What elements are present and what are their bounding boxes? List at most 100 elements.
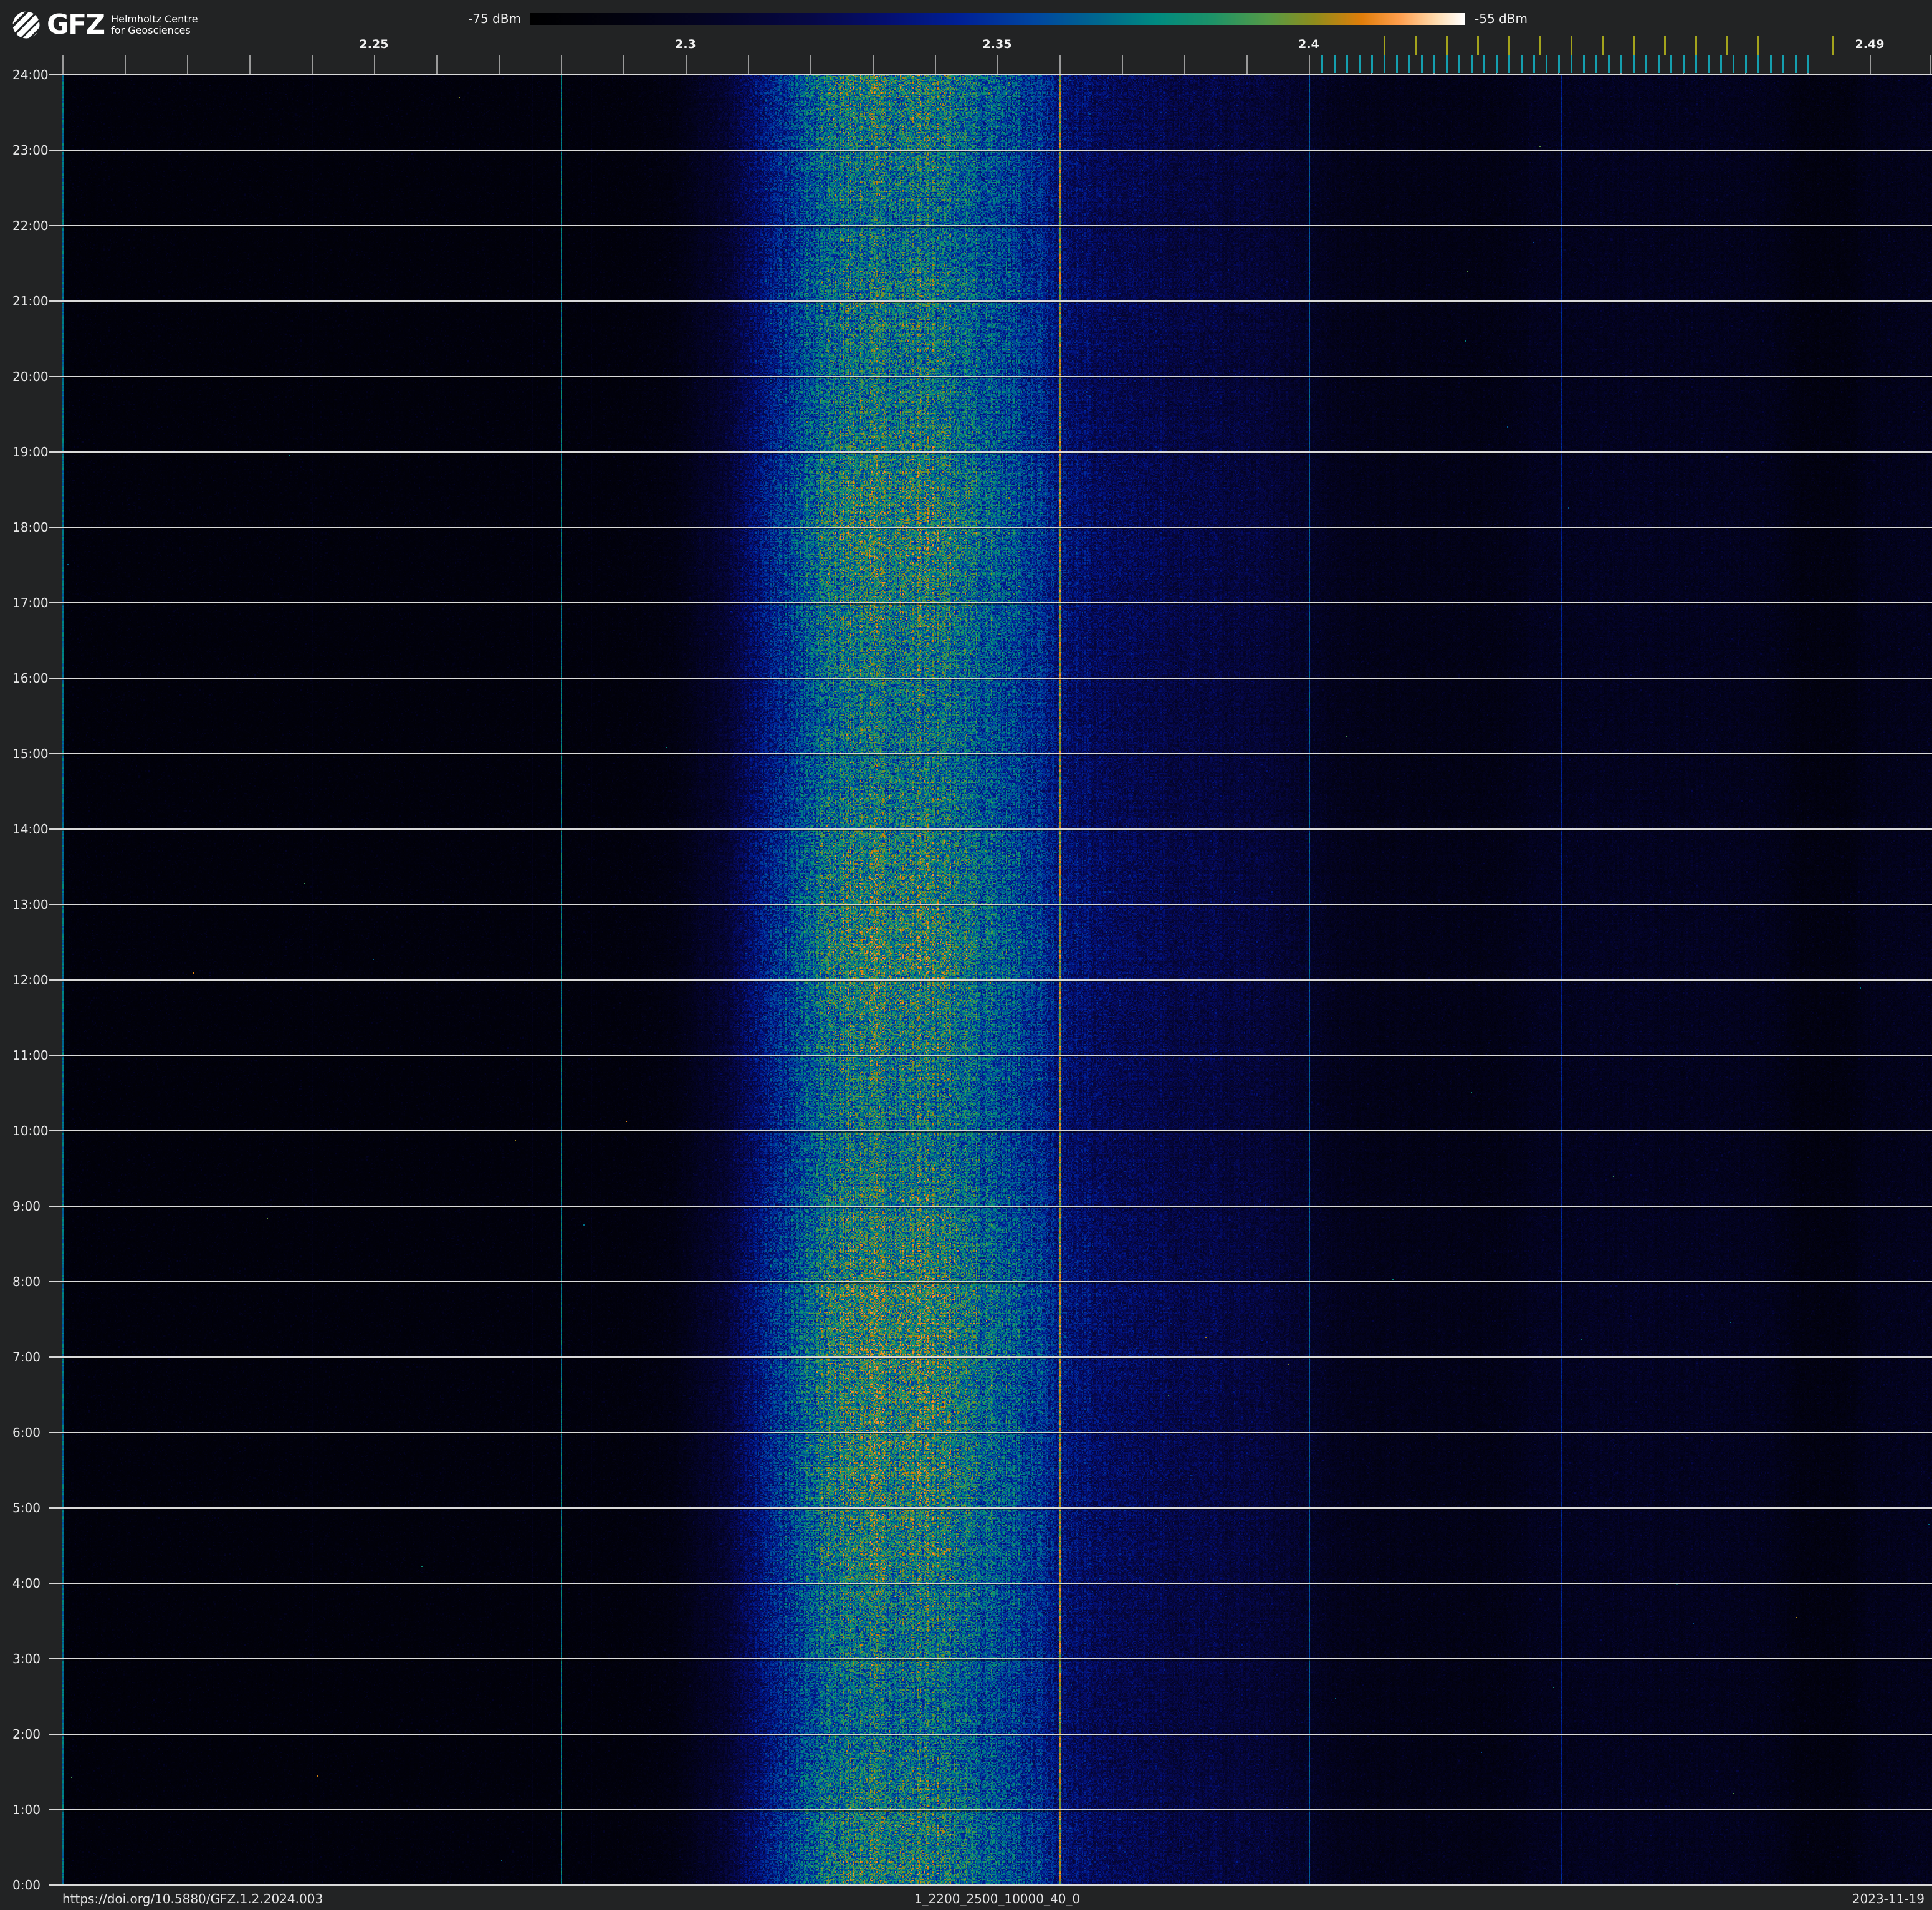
hour-gridline (49, 376, 1932, 377)
freq-minor-tick (62, 55, 64, 74)
ble-channel-tick (1807, 55, 1809, 73)
hour-gridline (49, 1055, 1932, 1056)
hour-gridline (49, 300, 1932, 302)
hour-label: 12:00 (12, 972, 49, 987)
hour-label: 0:00 (12, 1878, 41, 1893)
hour-gridline (49, 828, 1932, 830)
ble-channel-tick (1733, 55, 1734, 73)
freq-tick-label: 2.35 (982, 37, 1012, 51)
ble-channel-tick (1782, 55, 1784, 73)
hour-label: 3:00 (12, 1651, 41, 1666)
ble-channel-tick (1483, 55, 1485, 73)
wifi-channel-tick (1695, 36, 1697, 55)
hour-gridline (49, 1432, 1932, 1433)
ble-channel-tick (1521, 55, 1523, 73)
wifi-channel-tick (1477, 36, 1479, 55)
hour-label: 6:00 (12, 1425, 41, 1440)
hour-gridline (49, 1658, 1932, 1659)
wifi-channel-tick (1539, 36, 1541, 55)
freq-minor-tick (1309, 55, 1310, 74)
hour-label: 10:00 (12, 1123, 49, 1138)
dataset-id-text: 1_2200_2500_10000_40_0 (914, 1891, 1081, 1906)
ble-channel-tick (1745, 55, 1747, 73)
hour-label: 7:00 (12, 1350, 41, 1365)
hour-label: 8:00 (12, 1274, 41, 1289)
ble-channel-tick (1408, 55, 1410, 73)
hour-label: 23:00 (12, 143, 49, 158)
ble-channel-tick (1334, 55, 1336, 73)
ble-channel-tick (1384, 55, 1385, 73)
wifi-channel-tick (1757, 36, 1759, 55)
spectrogram-page: { "header": { "logo": { "acronym": "GFZ"… (0, 0, 1932, 1910)
freq-tick-label: 2.4 (1298, 37, 1319, 51)
hour-label: 2:00 (12, 1727, 41, 1742)
hour-label: 22:00 (12, 218, 49, 233)
freq-minor-tick (125, 55, 126, 74)
hour-label: 21:00 (12, 294, 49, 309)
hour-label: 5:00 (12, 1500, 41, 1515)
hour-label: 15:00 (12, 746, 49, 761)
wifi-channel-tick (1832, 36, 1834, 55)
hour-gridline (49, 527, 1932, 528)
freq-minor-tick (1122, 55, 1123, 74)
hour-gridline (49, 1507, 1932, 1509)
wifi-channel-tick (1633, 36, 1635, 55)
ble-channel-tick (1321, 55, 1323, 73)
freq-minor-tick (561, 55, 562, 74)
ble-channel-tick (1359, 55, 1361, 73)
hour-gridline (49, 1281, 1932, 1282)
date-text: 2023-11-19 (1852, 1891, 1925, 1906)
ble-channel-tick (1595, 55, 1597, 73)
hour-label: 14:00 (12, 822, 49, 837)
ble-channel-tick (1670, 55, 1672, 73)
wifi-channel-tick (1415, 36, 1417, 55)
hour-gridline (49, 1809, 1932, 1810)
freq-minor-tick (1870, 55, 1871, 74)
ble-channel-tick (1795, 55, 1797, 73)
hour-label: 9:00 (12, 1199, 41, 1214)
ble-channel-tick (1458, 55, 1460, 73)
colorbar-min-label: -75 dBm (468, 11, 521, 26)
ble-channel-tick (1720, 55, 1722, 73)
freq-minor-tick (1930, 55, 1931, 74)
ble-channel-tick (1396, 55, 1398, 73)
colorbar-max-label: -55 dBm (1475, 11, 1528, 26)
ble-channel-tick (1558, 55, 1560, 73)
hour-label: 11:00 (12, 1048, 49, 1063)
hour-label: 20:00 (12, 369, 49, 384)
freq-minor-tick (312, 55, 313, 74)
freq-minor-tick (873, 55, 874, 74)
ble-channel-tick (1658, 55, 1660, 73)
ble-channel-tick (1633, 55, 1635, 73)
freq-minor-tick (997, 55, 998, 74)
ble-channel-tick (1508, 55, 1510, 73)
ble-channel-tick (1683, 55, 1685, 73)
freq-minor-tick (1059, 55, 1061, 74)
hour-label: 19:00 (12, 444, 49, 459)
freq-tick-label: 2.49 (1855, 37, 1885, 51)
hour-label: 1:00 (12, 1802, 41, 1817)
freq-minor-tick (686, 55, 687, 74)
freq-minor-tick (623, 55, 624, 74)
hour-label: 16:00 (12, 671, 49, 686)
freq-minor-tick (1184, 55, 1185, 74)
ble-channel-tick (1620, 55, 1622, 73)
hour-gridline (49, 150, 1932, 151)
freq-minor-tick (249, 55, 251, 74)
ble-channel-tick (1546, 55, 1547, 73)
hour-gridline (49, 602, 1932, 603)
freq-tick-label: 2.3 (675, 37, 696, 51)
freq-minor-tick (436, 55, 438, 74)
wifi-channel-tick (1508, 36, 1510, 55)
ble-channel-tick (1421, 55, 1423, 73)
hour-gridline (49, 451, 1932, 453)
hour-label: 17:00 (12, 595, 49, 610)
hour-gridline (49, 1583, 1932, 1584)
hour-label: 4:00 (12, 1576, 41, 1591)
hour-gridline (49, 979, 1932, 981)
hour-label: 13:00 (12, 897, 49, 912)
intensity-colorbar (530, 13, 1465, 25)
freq-minor-tick (374, 55, 375, 74)
ble-channel-tick (1571, 55, 1572, 73)
hour-gridline (49, 1206, 1932, 1207)
